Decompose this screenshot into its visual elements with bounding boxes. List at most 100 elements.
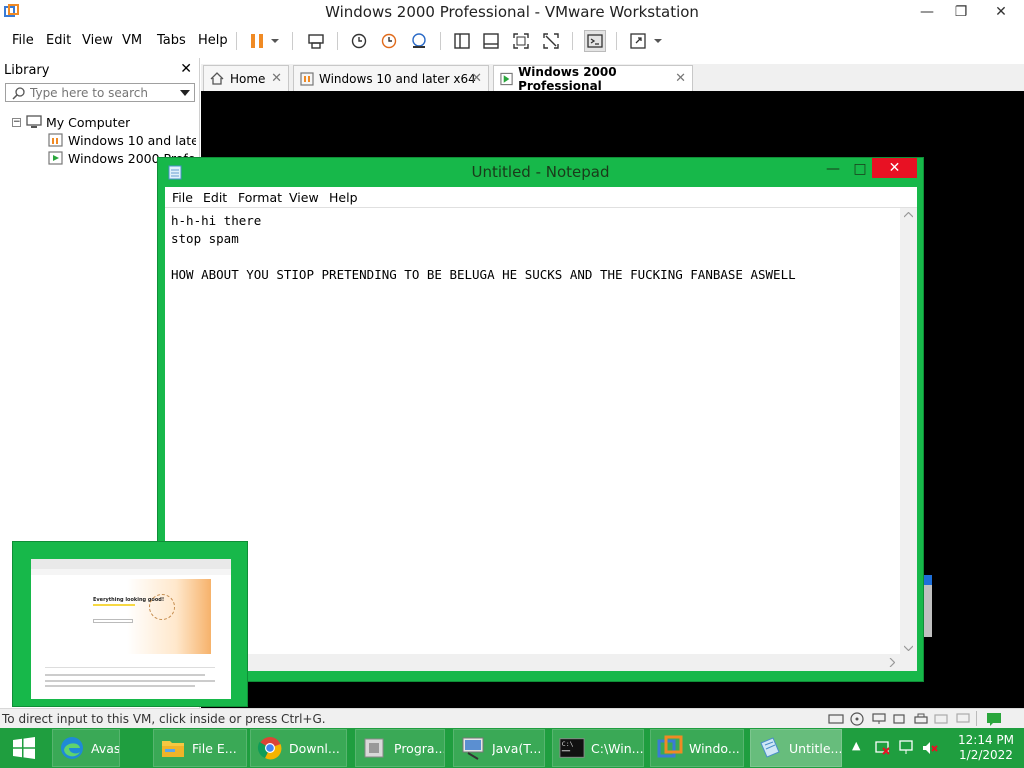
thumbnail-bar-button[interactable] bbox=[480, 30, 502, 52]
show-hidden-icons-icon[interactable]: ▲ bbox=[852, 739, 860, 752]
sound-card-icon[interactable] bbox=[934, 713, 948, 725]
thumbnail-highlight bbox=[93, 604, 135, 606]
size-grip[interactable] bbox=[900, 654, 917, 671]
revert-snapshot-icon bbox=[381, 33, 397, 49]
menu-edit[interactable]: Edit bbox=[46, 33, 71, 48]
printer-icon[interactable] bbox=[914, 713, 928, 725]
volume-muted-icon[interactable] bbox=[922, 740, 938, 756]
display-icon[interactable] bbox=[956, 713, 970, 725]
menu-help[interactable]: Help bbox=[198, 33, 228, 48]
notepad-title: Untitled - Notepad bbox=[471, 163, 610, 181]
library-search-input[interactable] bbox=[30, 85, 180, 100]
scroll-right-icon[interactable] bbox=[889, 658, 895, 667]
thumbnail-divider bbox=[45, 667, 215, 668]
edge-icon bbox=[61, 737, 83, 759]
restore-button[interactable]: ❐ bbox=[944, 0, 978, 24]
vmware-status-bar: To direct input to this VM, click inside… bbox=[0, 708, 1024, 728]
tab-close-icon[interactable]: ✕ bbox=[675, 71, 686, 86]
full-screen-button[interactable] bbox=[510, 30, 532, 52]
revert-snapshot-button[interactable] bbox=[378, 30, 400, 52]
show-library-button[interactable] bbox=[451, 30, 473, 52]
dropdown-icon[interactable] bbox=[180, 89, 190, 97]
maximize-icon: □ bbox=[853, 161, 867, 177]
action-center-icon[interactable] bbox=[874, 740, 890, 756]
stretch-dropdown[interactable] bbox=[651, 30, 665, 52]
minimize-button[interactable]: — bbox=[910, 0, 944, 24]
menu-view[interactable]: View bbox=[82, 33, 113, 48]
taskbar-label: Avast ... bbox=[91, 740, 119, 756]
unity-button[interactable] bbox=[540, 30, 562, 52]
pause-icon bbox=[251, 34, 263, 48]
notepad-menu-view[interactable]: View bbox=[289, 190, 319, 205]
thumbnail-browser-bar bbox=[31, 559, 231, 569]
notepad-menu-file[interactable]: File bbox=[172, 190, 193, 205]
horizontal-scrollbar[interactable] bbox=[165, 654, 900, 671]
notepad-maximize-button[interactable]: □ bbox=[848, 158, 872, 180]
taskbar-item-vmware[interactable]: Windo... bbox=[650, 729, 744, 767]
network-tray-icon[interactable] bbox=[898, 739, 914, 755]
taskbar-label: Windo... bbox=[689, 740, 740, 756]
cd-dvd-icon[interactable] bbox=[850, 712, 864, 726]
taskbar-item-avast[interactable]: Avast ... bbox=[52, 729, 120, 767]
menu-vm[interactable]: VM bbox=[122, 33, 142, 48]
pause-dropdown[interactable] bbox=[268, 30, 282, 52]
tab-close-icon[interactable]: ✕ bbox=[471, 71, 482, 86]
cmd-icon: C:\ bbox=[559, 738, 585, 758]
notepad-text-area[interactable]: h-h-hi there stop spam HOW ABOUT YOU STI… bbox=[165, 207, 917, 671]
window-title: Windows 2000 Professional - VMware Works… bbox=[325, 3, 699, 21]
pause-button[interactable] bbox=[246, 30, 268, 52]
console-view-button[interactable] bbox=[584, 30, 606, 52]
scroll-down-icon[interactable] bbox=[904, 645, 913, 651]
network-icon[interactable] bbox=[872, 713, 886, 725]
vmware-title-bar: Windows 2000 Professional - VMware Works… bbox=[0, 0, 1024, 26]
minimize-icon: — bbox=[920, 4, 934, 20]
collapse-icon[interactable]: − bbox=[12, 117, 21, 127]
start-button[interactable] bbox=[0, 728, 48, 768]
notepad-minimize-button[interactable]: — bbox=[818, 158, 848, 180]
hard-disk-icon[interactable] bbox=[828, 713, 844, 725]
minimize-icon: — bbox=[826, 161, 840, 177]
notepad-menu-format[interactable]: Format bbox=[238, 190, 282, 205]
toolbar-separator bbox=[616, 32, 617, 50]
library-close-icon[interactable]: ✕ bbox=[180, 61, 192, 77]
message-log-icon[interactable] bbox=[986, 712, 1002, 726]
stretch-guest-button[interactable] bbox=[627, 30, 649, 52]
usb-icon[interactable] bbox=[892, 713, 906, 725]
vertical-scrollbar[interactable] bbox=[900, 208, 917, 655]
taskbar-label: C:\Win... bbox=[591, 740, 643, 756]
taskbar-thumbnail-preview[interactable]: Everything looking good! bbox=[12, 541, 248, 707]
clock[interactable]: 12:14 PM 1/2/2022 bbox=[958, 733, 1014, 763]
menu-file[interactable]: File bbox=[12, 33, 34, 48]
clock-date: 1/2/2022 bbox=[959, 748, 1013, 762]
scroll-up-icon[interactable] bbox=[904, 212, 913, 218]
notepad-close-button[interactable]: ✕ bbox=[872, 158, 917, 178]
notepad-content[interactable]: h-h-hi there stop spam HOW ABOUT YOU STI… bbox=[171, 212, 796, 284]
thumbnail-page: Everything looking good! bbox=[31, 559, 231, 699]
restore-icon: ❐ bbox=[954, 4, 968, 20]
notepad-menu-help[interactable]: Help bbox=[329, 190, 358, 205]
tree-item-windows-10[interactable]: Windows 10 and later x64 bbox=[48, 131, 196, 149]
notepad-menu-edit[interactable]: Edit bbox=[203, 190, 227, 205]
snapshot-manager-button[interactable] bbox=[408, 30, 430, 52]
vm-icon bbox=[300, 71, 314, 86]
taskbar-item-file-explorer[interactable]: File E... bbox=[153, 729, 247, 767]
tab-windows-2000[interactable]: Windows 2000 Professional ✕ bbox=[493, 65, 693, 93]
take-snapshot-button[interactable] bbox=[348, 30, 370, 52]
tab-home[interactable]: Home ✕ bbox=[203, 65, 289, 91]
taskbar-item-cmd[interactable]: C:\ C:\Win... bbox=[552, 729, 644, 767]
vm-icon bbox=[48, 133, 63, 147]
taskbar-item-programs[interactable]: Progra... bbox=[355, 729, 445, 767]
taskbar-item-notepad[interactable]: Untitle... bbox=[750, 729, 842, 767]
library-search-box[interactable] bbox=[5, 83, 195, 102]
thumbnail-text-line bbox=[45, 674, 205, 676]
taskbar-item-chrome[interactable]: Downl... bbox=[250, 729, 347, 767]
thumbnail-bar-icon bbox=[483, 33, 499, 49]
tree-item-my-computer[interactable]: − My Computer bbox=[12, 113, 130, 131]
send-ctrl-alt-del-button[interactable] bbox=[305, 30, 327, 52]
snapshot-icon bbox=[351, 33, 367, 49]
taskbar-item-java[interactable]: Java(T... bbox=[453, 729, 545, 767]
close-button[interactable]: ✕ bbox=[978, 0, 1024, 24]
tab-windows-10[interactable]: Windows 10 and later x64 ✕ bbox=[293, 65, 489, 91]
menu-tabs[interactable]: Tabs bbox=[157, 33, 186, 48]
tab-close-icon[interactable]: ✕ bbox=[271, 71, 282, 86]
